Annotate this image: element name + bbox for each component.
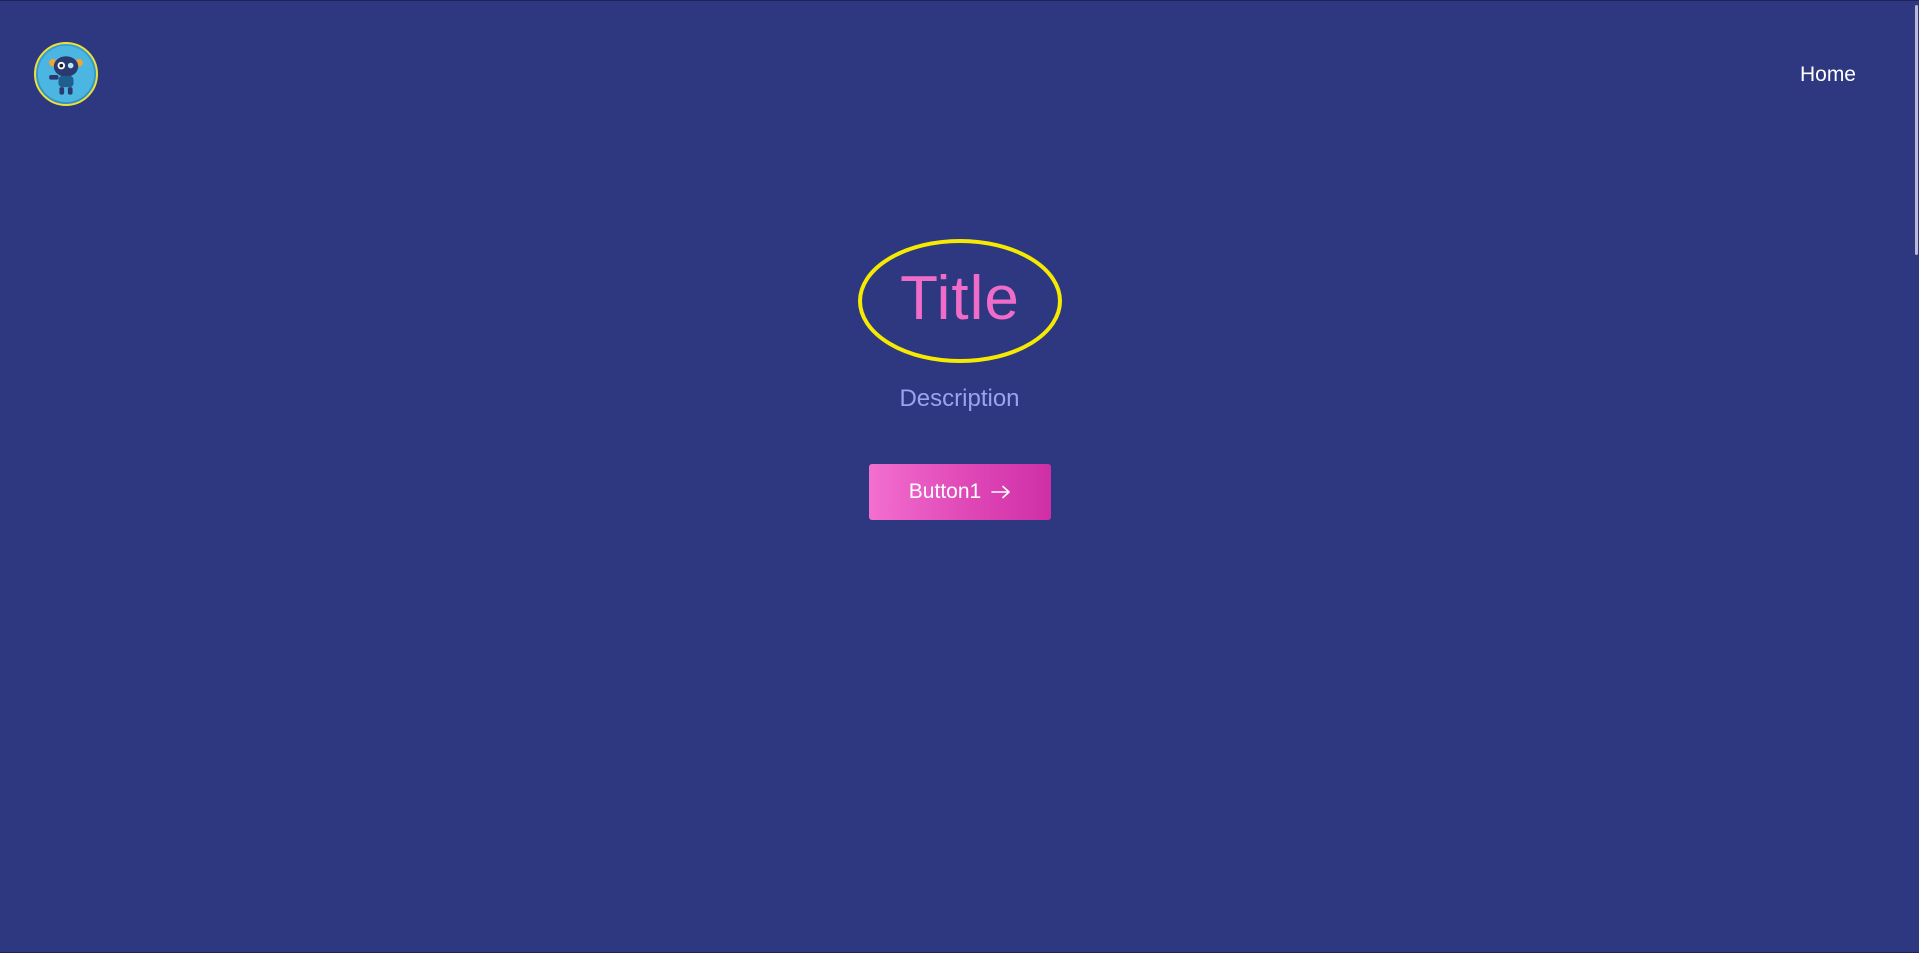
primary-cta-button[interactable]: Button1 bbox=[869, 464, 1051, 520]
arrow-right-icon bbox=[991, 485, 1011, 499]
scrollbar-thumb[interactable] bbox=[1915, 5, 1918, 255]
title-wrap: Title bbox=[857, 237, 1063, 365]
page-description: Description bbox=[899, 385, 1020, 412]
hero-section: Title Description Button1 bbox=[0, 1, 1919, 953]
page-title: Title bbox=[900, 264, 1020, 333]
primary-cta-label: Button1 bbox=[908, 480, 982, 503]
page: Home Title Description Button1 bbox=[0, 0, 1919, 953]
vertical-scrollbar[interactable] bbox=[1913, 1, 1919, 953]
